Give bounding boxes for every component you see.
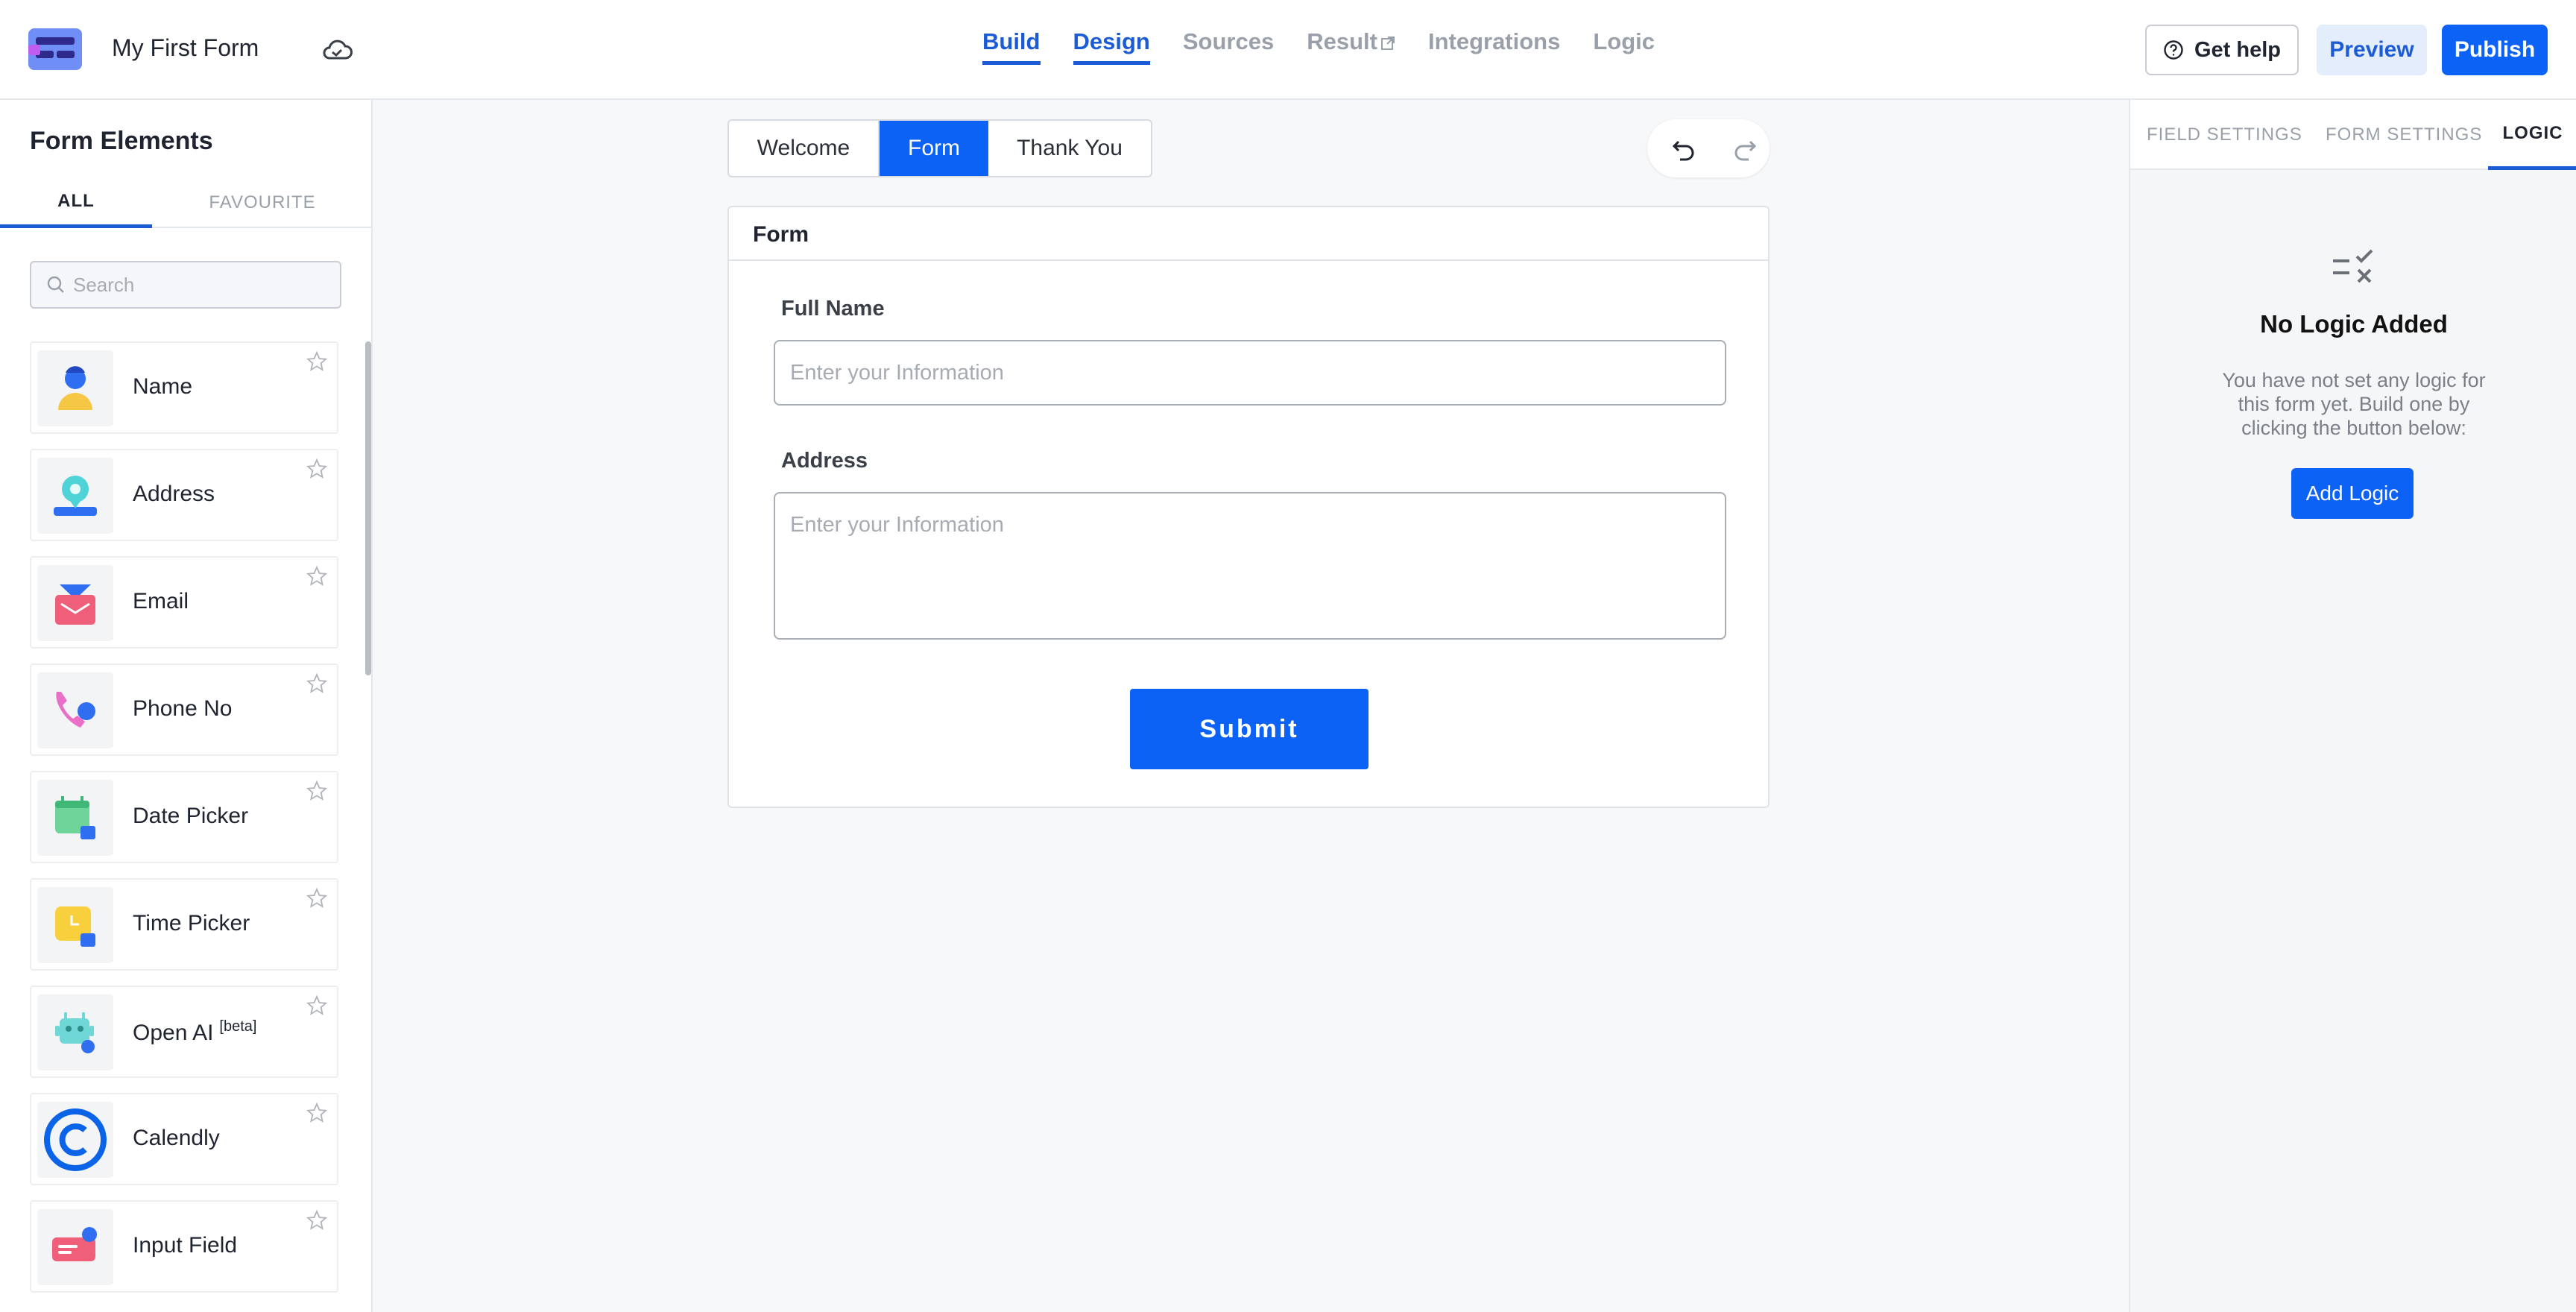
nav-integrations[interactable]: Integrations [1428,28,1560,65]
help-circle-icon [2164,40,2183,60]
element-email[interactable]: Email [30,556,338,649]
element-phone[interactable]: Phone No [30,663,338,756]
phone-icon [37,672,113,748]
form-canvas: Welcome Form Thank You Form Full Name Ad… [373,100,2129,1312]
element-label: Open AI [beta] [133,1018,256,1046]
tab-form-settings[interactable]: FORM SETTINGS [2326,100,2482,170]
calendar-icon [37,780,113,856]
element-label: Time Picker [133,911,250,936]
form-elements-panel: Form Elements ALL FAVOURITE Name [0,100,373,1312]
address-label: Address [781,449,868,473]
nav-logic[interactable]: Logic [1593,28,1655,65]
publish-button[interactable]: Publish [2442,25,2548,75]
element-date-picker[interactable]: Date Picker [30,771,338,863]
element-address[interactable]: Address [30,449,338,541]
undo-icon[interactable] [1670,134,1698,163]
app-logo-icon[interactable] [28,28,82,70]
segment-thank-you[interactable]: Thank You [988,121,1151,176]
element-label: Phone No [133,696,233,721]
location-pin-icon [37,458,113,534]
tab-favourite[interactable]: FAVOURITE [186,177,338,228]
panel-title: Form Elements [30,127,213,155]
submit-button[interactable]: Submit [1130,689,1368,769]
search-icon [47,276,64,293]
nav-design[interactable]: Design [1073,28,1150,65]
calendly-logo-icon [37,1102,113,1178]
cloud-saved-icon [321,37,353,63]
star-outline-icon[interactable] [306,994,328,1017]
elements-list: Name Address Email Phone No Date Picker … [30,341,338,1308]
tab-field-settings[interactable]: FIELD SETTINGS [2147,100,2302,170]
preview-button[interactable]: Preview [2317,25,2427,75]
search-input[interactable] [73,273,326,297]
star-outline-icon[interactable] [306,1102,328,1124]
form-card: Form Full Name Address Submit [727,206,1770,808]
star-outline-icon[interactable] [306,458,328,480]
element-input-field[interactable]: Input Field [30,1200,338,1293]
empty-state-title: No Logic Added [2260,310,2448,338]
undo-redo-group [1647,119,1770,177]
star-outline-icon[interactable] [306,672,328,695]
element-label: Name [133,374,193,399]
main-nav: Build Design Sources Result Integrations… [982,28,1688,65]
segment-welcome[interactable]: Welcome [729,121,880,176]
tab-logic[interactable]: LOGIC [2488,100,2576,170]
get-help-label: Get help [2194,37,2281,62]
tab-all[interactable]: ALL [0,177,152,228]
element-label: Address [133,482,215,506]
element-open-ai[interactable]: Open AI [beta] [30,985,338,1078]
form-title[interactable]: My First Form [112,34,259,62]
star-outline-icon[interactable] [306,350,328,373]
star-outline-icon[interactable] [306,1209,328,1231]
scrollbar-thumb[interactable] [365,341,371,675]
segment-form[interactable]: Form [880,121,988,176]
envelope-icon [37,565,113,641]
element-time-picker[interactable]: Time Picker [30,878,338,971]
app-root: My First Form Build Design Sources Resul… [0,0,2576,1312]
top-bar: My First Form Build Design Sources Resul… [0,0,2576,100]
robot-icon [37,994,113,1070]
full-name-label: Full Name [781,297,885,321]
search-box [30,261,341,309]
add-logic-button[interactable]: Add Logic [2291,468,2414,519]
page-segment-control: Welcome Form Thank You [727,119,1152,177]
settings-tabs: FIELD SETTINGS FORM SETTINGS LOGIC [2130,100,2576,170]
settings-panel: FIELD SETTINGS FORM SETTINGS LOGIC No Lo… [2129,100,2576,1312]
element-label: Date Picker [133,804,249,828]
element-label: Input Field [133,1233,238,1258]
nav-result[interactable]: Result [1307,28,1395,65]
person-icon [37,350,113,426]
no-logic-icon [2333,249,2373,283]
beta-badge: [beta] [219,1018,257,1035]
element-calendly[interactable]: Calendly [30,1093,338,1185]
star-outline-icon[interactable] [306,780,328,802]
nav-result-label: Result [1307,28,1377,54]
form-card-header: Form [729,207,1768,261]
empty-state-description: You have not set any logic for this form… [2222,369,2486,439]
nav-build[interactable]: Build [982,28,1041,65]
star-outline-icon[interactable] [306,565,328,587]
get-help-button[interactable]: Get help [2145,25,2299,75]
element-label-text: Open AI [133,1021,214,1045]
input-field-icon [37,1209,113,1285]
element-label: Calendly [133,1126,220,1150]
elements-tabs: ALL FAVOURITE [0,177,371,228]
nav-sources[interactable]: Sources [1183,28,1274,65]
form-card-title: Form [753,222,809,247]
element-label: Email [133,589,189,614]
star-outline-icon[interactable] [306,887,328,909]
redo-icon[interactable] [1731,134,1759,163]
external-link-icon [1380,37,1395,50]
full-name-input[interactable] [774,340,1726,406]
clock-icon [37,887,113,963]
element-name[interactable]: Name [30,341,338,434]
address-textarea[interactable] [774,492,1726,640]
